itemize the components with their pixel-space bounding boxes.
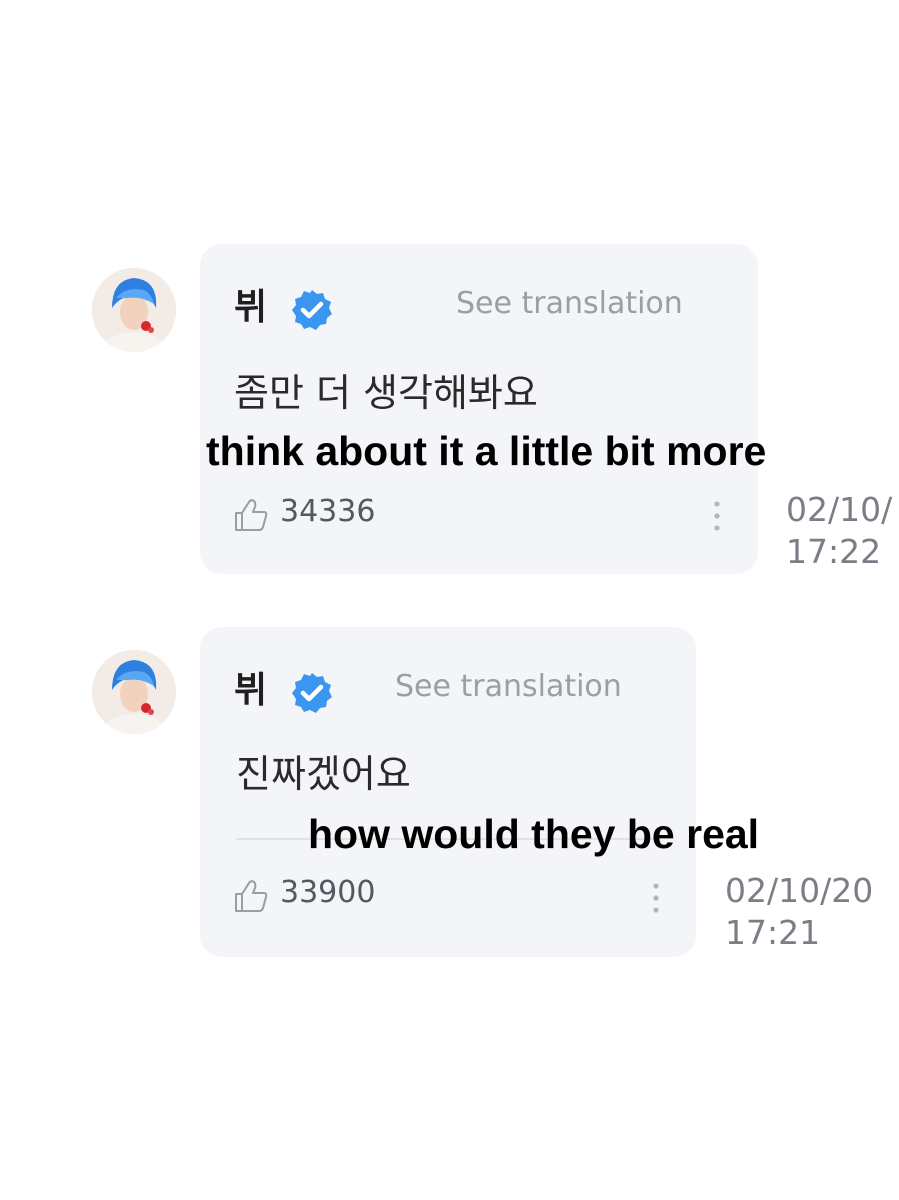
more-options-icon[interactable] <box>652 881 660 915</box>
see-translation-link[interactable]: See translation <box>456 289 683 319</box>
thumbs-up-icon[interactable] <box>233 498 269 532</box>
see-translation-link[interactable]: See translation <box>395 672 622 702</box>
avatar-image <box>92 650 176 734</box>
comment-timestamp: 02/10/20 17:21 <box>725 871 874 953</box>
avatar[interactable] <box>92 268 176 352</box>
thumbs-up-icon[interactable] <box>233 879 269 913</box>
translation-caption: how would they be real <box>308 811 760 857</box>
verified-check-icon <box>290 671 334 715</box>
more-options-icon[interactable] <box>713 499 721 533</box>
comment-author[interactable]: 뷔 <box>234 673 267 709</box>
comment-author[interactable]: 뷔 <box>234 290 267 326</box>
like-count: 34336 <box>280 494 376 529</box>
avatar[interactable] <box>92 650 176 734</box>
avatar-image <box>92 268 176 352</box>
comment-timestamp: 02/10/ 17:22 <box>786 490 893 572</box>
comment-text: 좀만 더 생각해봐요 <box>234 371 538 415</box>
verified-check-icon <box>290 288 334 332</box>
like-count: 33900 <box>280 875 376 910</box>
translation-caption: think about it a little bit more <box>206 428 767 474</box>
comment-text: 진짜겠어요 <box>236 752 411 796</box>
